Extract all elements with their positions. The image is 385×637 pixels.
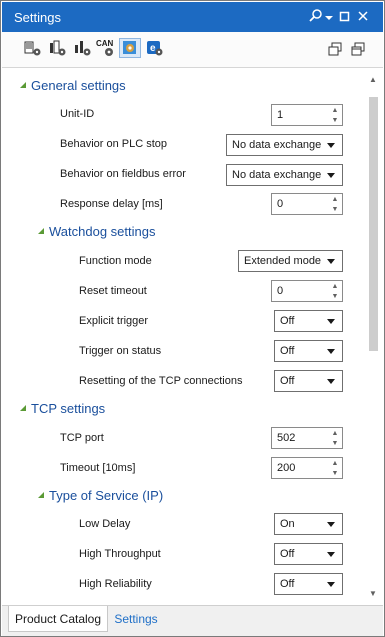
settings-window: Settings CAN e General settings Unit-ID … — [0, 0, 385, 637]
search-icon[interactable] — [309, 8, 323, 24]
tcp-port-spinner[interactable]: 502 ▲ ▼ — [271, 427, 343, 449]
spin-up-icon[interactable]: ▲ — [330, 429, 340, 438]
can-settings-icon[interactable]: CAN — [96, 38, 118, 58]
spin-down-icon[interactable]: ▼ — [330, 116, 340, 125]
network-settings-icon[interactable] — [119, 38, 141, 58]
plc-stop-label: Behavior on PLC stop — [60, 138, 168, 150]
scrollbar-thumb[interactable] — [369, 97, 378, 351]
dropdown-caret-icon — [327, 143, 335, 148]
expander-icon[interactable] — [38, 492, 44, 498]
timeout-label: Timeout [10ms] — [60, 462, 136, 474]
fieldbus-error-select[interactable]: No data exchange — [226, 164, 343, 186]
high-reliability-select[interactable]: Off — [274, 573, 343, 595]
settings-toolbar: CAN e — [2, 32, 383, 68]
chevron-down-icon[interactable] — [324, 8, 338, 24]
spin-down-icon[interactable]: ▼ — [330, 469, 340, 478]
high-throughput-label: High Throughput — [79, 548, 161, 560]
spin-down-icon[interactable]: ▼ — [330, 292, 340, 301]
dropdown-caret-icon — [327, 552, 335, 557]
trigger-on-status-label: Trigger on status — [79, 345, 162, 357]
explicit-trigger-select[interactable]: Off — [274, 310, 343, 332]
svg-text:e: e — [150, 43, 156, 54]
high-reliability-label: High Reliability — [79, 578, 152, 590]
explicit-trigger-label: Explicit trigger — [79, 315, 149, 327]
high-throughput-select[interactable]: Off — [274, 543, 343, 565]
title-bar: Settings — [2, 2, 383, 32]
dropdown-caret-icon — [327, 319, 335, 324]
settings-content: General settings Unit-ID 1 ▲ ▼ Behavior … — [2, 69, 383, 605]
expander-icon[interactable] — [20, 82, 26, 88]
module-settings-icon[interactable] — [22, 38, 44, 58]
dropdown-caret-icon — [327, 173, 335, 178]
tab-product-catalog[interactable]: Product Catalog — [8, 606, 108, 632]
reset-timeout-label: Reset timeout — [79, 285, 147, 297]
spin-down-icon[interactable]: ▼ — [330, 205, 340, 214]
spin-down-icon[interactable]: ▼ — [330, 439, 340, 448]
spin-up-icon[interactable]: ▲ — [330, 459, 340, 468]
close-icon[interactable] — [357, 8, 371, 24]
low-delay-label: Low Delay — [79, 518, 131, 530]
unit-id-spinner[interactable]: 1 ▲ ▼ — [271, 104, 343, 126]
resetting-tcp-label: Resetting of the TCP connections — [79, 375, 243, 387]
plc-stop-select[interactable]: No data exchange — [226, 134, 343, 156]
tcp-port-label: TCP port — [60, 432, 104, 444]
restore-window-icon[interactable] — [350, 41, 372, 61]
maximize-icon[interactable] — [339, 8, 353, 24]
unit-id-label: Unit-ID — [60, 108, 95, 120]
expander-icon[interactable] — [20, 405, 26, 411]
function-mode-label: Function mode — [79, 255, 152, 267]
dropdown-caret-icon — [327, 522, 335, 527]
scroll-up-icon[interactable]: ▲ — [368, 75, 378, 85]
function-mode-select[interactable]: Extended mode — [238, 250, 343, 272]
module-settings-icon-3[interactable] — [72, 38, 94, 58]
window-title: Settings — [14, 10, 61, 25]
trigger-on-status-select[interactable]: Off — [274, 340, 343, 362]
spin-up-icon[interactable]: ▲ — [330, 195, 340, 204]
fieldbus-icon[interactable]: e — [144, 38, 166, 58]
module-settings-icon-2[interactable] — [47, 38, 69, 58]
expander-icon[interactable] — [38, 228, 44, 234]
dropdown-caret-icon — [327, 582, 335, 587]
scroll-down-icon[interactable]: ▼ — [368, 589, 378, 599]
response-delay-label: Response delay [ms] — [60, 198, 163, 210]
dropdown-caret-icon — [327, 259, 335, 264]
response-delay-spinner[interactable]: 0 ▲ ▼ — [271, 193, 343, 215]
timeout-spinner[interactable]: 200 ▲ ▼ — [271, 457, 343, 479]
bottom-tab-strip: Product Catalog Settings — [2, 605, 383, 636]
fieldbus-error-label: Behavior on fieldbus error — [60, 168, 186, 180]
tab-settings[interactable]: Settings — [109, 606, 163, 632]
can-label: CAN — [96, 39, 114, 48]
reset-timeout-spinner[interactable]: 0 ▲ ▼ — [271, 280, 343, 302]
dropdown-caret-icon — [327, 349, 335, 354]
spin-up-icon[interactable]: ▲ — [330, 282, 340, 291]
resetting-tcp-select[interactable]: Off — [274, 370, 343, 392]
spin-up-icon[interactable]: ▲ — [330, 106, 340, 115]
dropdown-caret-icon — [327, 379, 335, 384]
low-delay-select[interactable]: On — [274, 513, 343, 535]
restore-icon[interactable] — [327, 41, 349, 61]
vertical-scrollbar[interactable]: ▲ ▼ — [366, 73, 380, 601]
